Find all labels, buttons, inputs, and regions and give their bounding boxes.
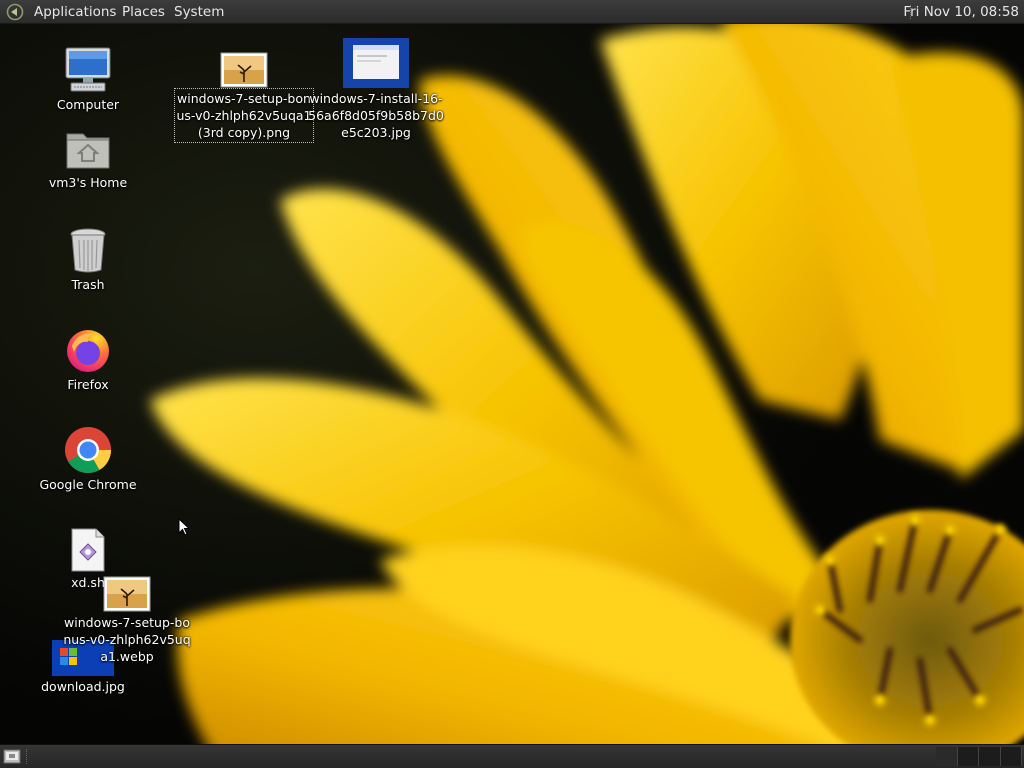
workspace-4[interactable] [1000,747,1022,766]
desktop-icon-label: Google Chrome [39,477,137,492]
desktop-icon-trash[interactable]: Trash [43,226,133,293]
places-menu[interactable]: Places [122,0,165,24]
desktop-icon-label: windows-7-setup-bonus-v0-zhlph62v5uqa1 (… [174,88,314,143]
desktop-icon-label: vm3's Home [48,175,128,190]
computer-icon [65,47,111,92]
workspace-3[interactable] [979,747,1001,766]
panel-separator [26,749,29,764]
home-folder-icon [66,133,110,169]
trash-icon [70,228,106,273]
system-menu[interactable]: System [174,0,224,24]
desktop-icon-firefox[interactable]: Firefox [43,326,133,393]
applications-menu[interactable]: Applications [34,0,116,24]
top-panel: Applications Places System Fri Nov 10, 0… [0,0,1024,24]
firefox-icon [67,330,109,372]
image-file-icon [220,52,268,88]
desktop-icon-win7-setup-png[interactable]: windows-7-setup-bonus-v0-zhlph62v5uqa1 (… [174,52,314,143]
desktop-icon-label: windows-7-setup-bonus-v0-zhlph62v5uqa1.w… [63,615,191,664]
desktop-icon-win7-setup-webp[interactable]: windows-7-setup-bonus-v0-zhlph62v5uqa1.w… [62,576,192,665]
show-desktop-icon[interactable] [3,749,21,764]
desktop-icon-chrome[interactable]: Google Chrome [33,426,143,493]
bottom-panel [0,744,1024,768]
script-file-icon [71,528,105,572]
desktop-icon-label: Firefox [67,377,109,392]
workspace-2[interactable] [957,747,979,766]
gnome-foot-icon[interactable] [5,3,25,21]
desktop-icon-label: Trash [71,277,105,292]
desktop-icon-label: Computer [56,97,120,112]
clock[interactable]: Fri Nov 10, 08:58 [903,0,1019,24]
mouse-cursor-icon [178,518,190,536]
workspace-switcher[interactable] [936,747,1022,766]
desktop-icon-label: windows-7-install-16-56a6f8d05f9b58b7d0e… [308,91,444,140]
desktop-icon-win7-install-jpg[interactable]: windows-7-install-16-56a6f8d05f9b58b7d0e… [306,38,446,141]
desktop-icon-home[interactable]: vm3's Home [43,128,133,191]
image-file-icon [343,38,409,88]
desktop-icon-label: download.jpg [41,679,125,694]
chrome-icon [65,427,111,473]
workspace-1[interactable] [936,747,958,766]
desktop-icon-computer[interactable]: Computer [43,46,133,113]
image-file-icon [103,576,151,612]
